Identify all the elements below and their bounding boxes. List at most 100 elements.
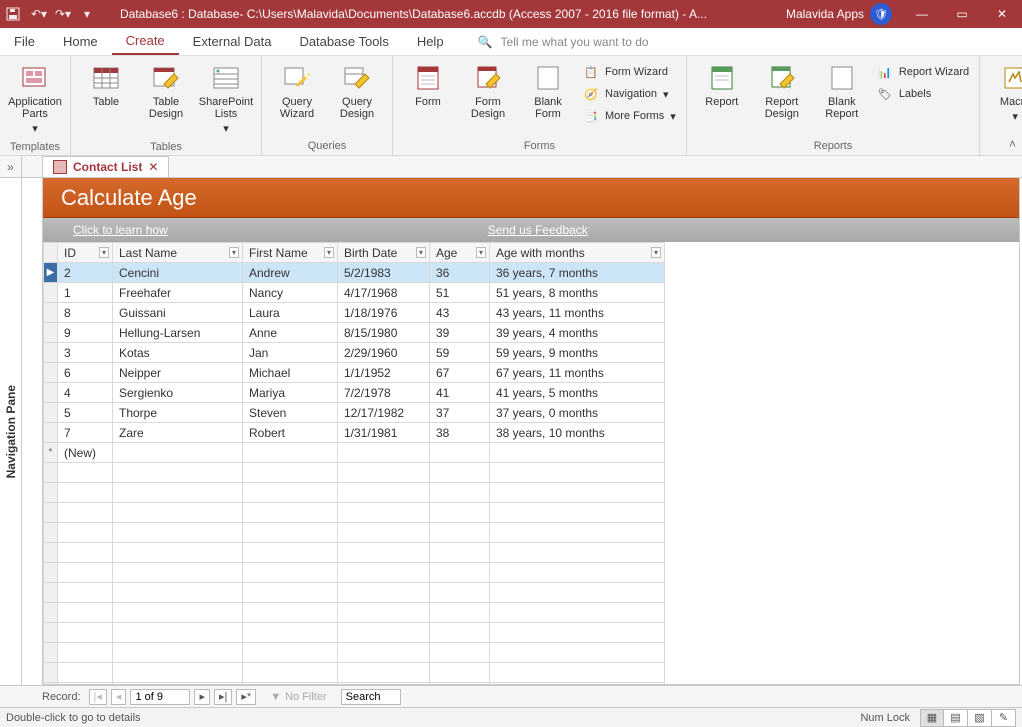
labels-button[interactable]: 🏷Labels (873, 84, 973, 104)
table-row[interactable]: 6NeipperMichael1/1/19526767 years, 11 mo… (44, 363, 665, 383)
form-design-button[interactable]: Form Design (459, 60, 517, 122)
row-selector[interactable] (44, 403, 58, 423)
blank-form-icon (532, 62, 564, 94)
row-selector[interactable]: ▶ (44, 263, 58, 283)
record-position-input[interactable] (130, 689, 190, 705)
query-wizard-icon (281, 62, 313, 94)
datasheet[interactable]: ID▾Last Name▾First Name▾Birth Date▾Age▾A… (43, 242, 1019, 684)
row-selector[interactable] (44, 283, 58, 303)
query-design-button[interactable]: Query Design (328, 60, 386, 122)
form-tab-icon (53, 160, 67, 174)
tab-close-icon[interactable]: ✕ (148, 160, 158, 174)
blank-report-button[interactable]: Blank Report (813, 60, 871, 122)
application-parts-button[interactable]: Application Parts▾ (6, 60, 64, 137)
menu-tab-external-data[interactable]: External Data (179, 28, 286, 55)
sharepoint-icon (210, 62, 242, 94)
report-wizard-button[interactable]: 📊Report Wizard (873, 62, 973, 82)
menu-tab-create[interactable]: Create (112, 28, 179, 55)
navigation-pane-collapsed[interactable]: Navigation Pane (0, 178, 22, 685)
menu-tab-help[interactable]: Help (403, 28, 458, 55)
record-search-input[interactable] (341, 689, 401, 705)
column-dropdown-icon[interactable]: ▾ (99, 247, 109, 258)
column-dropdown-icon[interactable]: ▾ (229, 247, 239, 258)
ribbon-group-tables: Table Table Design SharePoint Lists▾ Tab… (71, 56, 262, 155)
close-button[interactable]: ✕ (982, 0, 1022, 28)
ribbon: Application Parts▾ Templates Table Table… (0, 56, 1022, 156)
blank-form-button[interactable]: Blank Form (519, 60, 577, 122)
learn-how-link[interactable]: Click to learn how (73, 223, 168, 237)
record-last-button[interactable]: ▸| (214, 689, 232, 705)
record-next-button[interactable]: ▸ (194, 689, 210, 705)
form-button[interactable]: Form (399, 60, 457, 110)
undo-icon[interactable]: ↶▾ (30, 7, 48, 21)
title-bar: ↶▾ ↷▾ ▾ Database6 : Database- C:\Users\M… (0, 0, 1022, 28)
form-content: Calculate Age Click to learn how Send us… (42, 178, 1020, 685)
table-row[interactable]: 7ZareRobert1/31/19813838 years, 10 month… (44, 423, 665, 443)
table-row[interactable]: 4SergienkoMariya7/2/19784141 years, 5 mo… (44, 383, 665, 403)
table-button[interactable]: Table (77, 60, 135, 110)
column-dropdown-icon[interactable]: ▾ (416, 247, 426, 258)
feedback-link[interactable]: Send us Feedback (488, 223, 588, 237)
row-selector[interactable] (44, 323, 58, 343)
shutter-toggle-icon[interactable]: » (0, 156, 22, 177)
navigation-pane-label: Navigation Pane (4, 385, 18, 478)
view-form-button[interactable]: ▦ (920, 709, 944, 727)
row-selector[interactable] (44, 303, 58, 323)
column-header[interactable]: First Name▾ (243, 243, 338, 263)
view-datasheet-button[interactable]: ▤ (944, 709, 968, 727)
report-design-button[interactable]: Report Design (753, 60, 811, 122)
row-selector[interactable] (44, 363, 58, 383)
column-header[interactable]: ID▾ (58, 243, 113, 263)
navigation-button[interactable]: 🧭Navigation ▾ (579, 84, 680, 104)
ribbon-group-templates: Application Parts▾ Templates (0, 56, 71, 155)
macro-button[interactable]: Macro▾ (986, 60, 1022, 125)
menu-tab-home[interactable]: Home (49, 28, 112, 55)
row-selector[interactable] (44, 423, 58, 443)
table-design-icon (150, 62, 182, 94)
new-row[interactable]: *(New) (44, 443, 665, 463)
table-row[interactable]: 5ThorpeSteven12/17/19823737 years, 0 mon… (44, 403, 665, 423)
column-dropdown-icon[interactable]: ▾ (651, 247, 661, 258)
table-design-button[interactable]: Table Design (137, 60, 195, 122)
redo-icon[interactable]: ↷▾ (54, 7, 72, 21)
ribbon-group-label: Tables (71, 141, 261, 156)
table-row[interactable]: 9Hellung-LarsenAnne8/15/19803939 years, … (44, 323, 665, 343)
report-button[interactable]: Report (693, 60, 751, 110)
record-first-button[interactable]: |◂ (89, 689, 107, 705)
tell-me-search[interactable]: 🔍 Tell me what you want to do (478, 35, 649, 49)
row-selector[interactable] (44, 343, 58, 363)
qat-customize-icon[interactable]: ▾ (78, 7, 96, 21)
document-tab[interactable]: Contact List ✕ (42, 156, 169, 177)
column-dropdown-icon[interactable]: ▾ (476, 247, 486, 258)
menu-tab-file[interactable]: File (0, 28, 49, 55)
column-header[interactable]: Age with months▾ (490, 243, 665, 263)
navigation-icon: 🧭 (583, 86, 599, 102)
column-header[interactable]: Birth Date▾ (338, 243, 430, 263)
record-prev-button[interactable]: ◂ (111, 689, 127, 705)
query-wizard-button[interactable]: Query Wizard (268, 60, 326, 122)
column-header[interactable]: Age▾ (430, 243, 490, 263)
ribbon-group-label: Forms (393, 140, 686, 155)
table-row[interactable]: ▶2CenciniAndrew5/2/19833636 years, 7 mon… (44, 263, 665, 283)
blank-report-icon (826, 62, 858, 94)
menu-tab-database-tools[interactable]: Database Tools (285, 28, 402, 55)
table-row[interactable]: 1FreehaferNancy4/17/19685151 years, 8 mo… (44, 283, 665, 303)
record-new-button[interactable]: ▸* (236, 689, 256, 705)
more-forms-button[interactable]: 📑More Forms ▾ (579, 106, 680, 126)
select-all-cell[interactable] (44, 243, 58, 263)
save-icon[interactable] (6, 7, 24, 21)
status-bar: Double-click to go to details Num Lock ▦… (0, 707, 1022, 727)
table-row[interactable]: 8GuissaniLaura1/18/19764343 years, 11 mo… (44, 303, 665, 323)
collapse-ribbon-icon[interactable]: ˄ (1009, 137, 1016, 151)
row-selector[interactable] (44, 383, 58, 403)
column-header[interactable]: Last Name▾ (113, 243, 243, 263)
view-design-button[interactable]: ✎ (992, 709, 1016, 727)
minimize-button[interactable]: — (902, 0, 942, 28)
table-row[interactable]: 3KotasJan2/29/19605959 years, 9 months (44, 343, 665, 363)
view-layout-button[interactable]: ▧ (968, 709, 992, 727)
column-dropdown-icon[interactable]: ▾ (324, 247, 334, 258)
maximize-button[interactable]: ▭ (942, 0, 982, 28)
filter-indicator[interactable]: ▼No Filter (270, 691, 326, 703)
form-wizard-button[interactable]: 📋Form Wizard (579, 62, 680, 82)
sharepoint-lists-button[interactable]: SharePoint Lists▾ (197, 60, 255, 137)
